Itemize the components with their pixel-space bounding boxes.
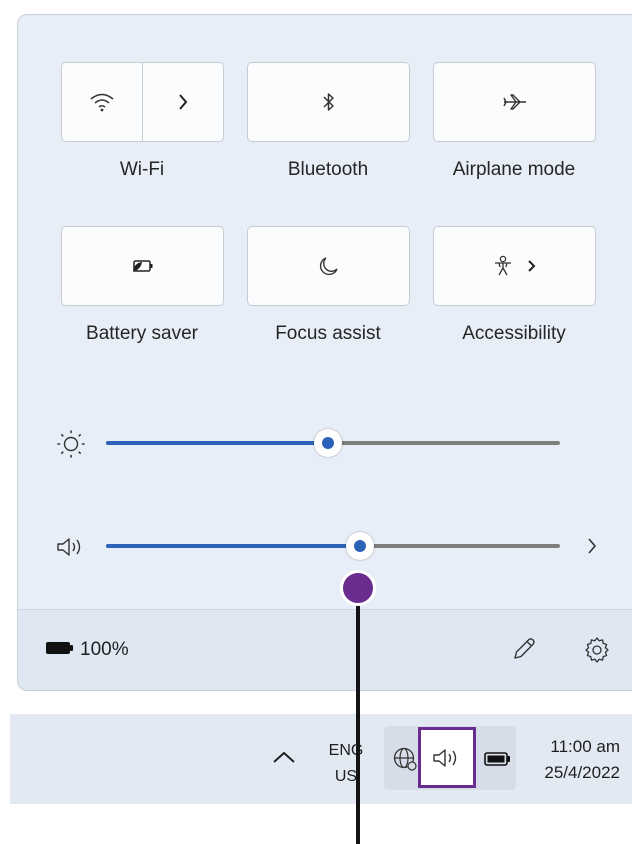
speaker-icon	[55, 535, 89, 559]
wifi-tile[interactable]	[61, 62, 224, 142]
airplane-icon	[502, 93, 528, 111]
edit-button[interactable]	[510, 635, 538, 663]
battery-saver-label: Battery saver	[86, 323, 198, 344]
wifi-more-button[interactable]	[142, 63, 223, 141]
volume-slider-fill	[106, 544, 361, 548]
battery-saver-tile[interactable]	[61, 226, 224, 306]
bluetooth-icon	[322, 92, 336, 112]
accessibility-label: Accessibility	[462, 323, 566, 344]
battery-icon	[45, 640, 75, 656]
bluetooth-tile[interactable]	[247, 62, 410, 142]
chevron-right-icon	[527, 259, 537, 273]
brightness-slider[interactable]	[106, 429, 560, 457]
language-indicator[interactable]: ENG US	[326, 738, 366, 790]
callout-line	[356, 588, 360, 844]
volume-slider-thumb[interactable]	[346, 532, 375, 560]
accessibility-icon	[493, 255, 513, 277]
battery-saver-icon	[130, 258, 156, 274]
airplane-mode-tile[interactable]	[433, 62, 596, 142]
language-line1: ENG	[328, 742, 364, 759]
volume-slider[interactable]	[106, 532, 560, 560]
focus-assist-label: Focus assist	[275, 323, 381, 344]
accessibility-tile[interactable]	[433, 226, 596, 306]
wifi-label: Wi-Fi	[119, 159, 165, 180]
taskbar: ENG US 11:00 am 25/4/2022	[10, 714, 632, 804]
airplane-mode-label: Airplane mode	[452, 159, 576, 180]
callout-marker	[340, 570, 376, 606]
quick-settings-panel: Wi-Fi Bluetooth Airplane mode Battery sa…	[17, 14, 632, 691]
clock-date: 25/4/2022	[544, 763, 620, 782]
battery-percent: 100%	[80, 639, 129, 660]
bluetooth-label: Bluetooth	[287, 159, 369, 180]
clock[interactable]: 11:00 am 25/4/2022	[534, 734, 620, 786]
settings-button[interactable]	[582, 635, 612, 665]
taskbar-volume-button[interactable]	[418, 727, 476, 788]
volume-more-button[interactable]	[586, 537, 598, 555]
brightness-slider-fill	[106, 441, 329, 445]
battery-icon	[484, 751, 512, 767]
wifi-toggle[interactable]	[62, 63, 142, 141]
language-line2: US	[334, 768, 358, 785]
clock-time: 11:00 am	[550, 737, 620, 756]
brightness-icon	[56, 429, 86, 459]
moon-icon	[318, 255, 340, 277]
globe-icon	[392, 746, 418, 772]
panel-footer: 100%	[18, 609, 632, 690]
wifi-icon	[89, 92, 115, 112]
chevron-right-icon	[177, 93, 189, 111]
focus-assist-tile[interactable]	[247, 226, 410, 306]
brightness-slider-thumb[interactable]	[314, 429, 343, 457]
chevron-up-icon[interactable]	[272, 750, 296, 764]
speaker-icon	[431, 746, 465, 770]
